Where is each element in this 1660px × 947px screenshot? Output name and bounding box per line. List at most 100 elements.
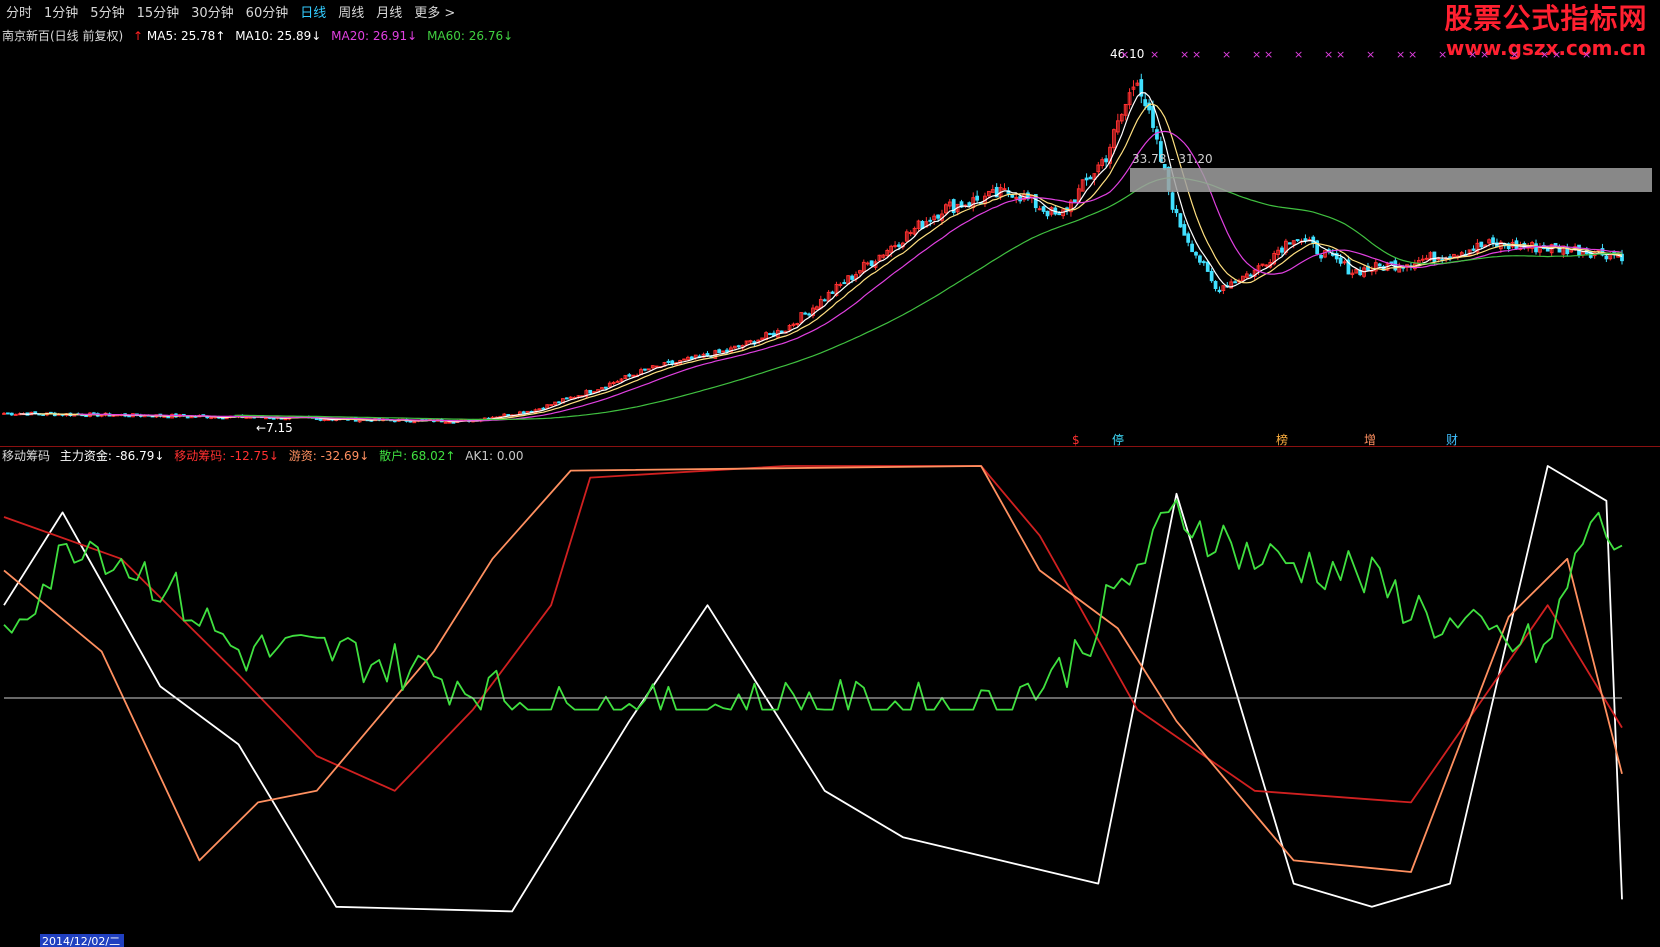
sub-line-1 (3, 465, 1623, 804)
candle-body (967, 202, 972, 207)
candle-body (1182, 224, 1187, 236)
candle-body (1014, 197, 1019, 200)
candle-body (768, 333, 772, 336)
candle-body (1084, 177, 1089, 181)
candle-body (682, 358, 686, 361)
candle-body (1491, 237, 1495, 244)
candle-body (1194, 251, 1198, 256)
candle-body (795, 322, 800, 325)
candle-body (443, 421, 448, 424)
event-marker-4: 财 (1446, 433, 1458, 447)
x-marker: × (1366, 48, 1375, 61)
candle-body (1471, 248, 1476, 251)
candle-body (1389, 261, 1394, 264)
candle-body (9, 412, 14, 416)
candle-body (1143, 99, 1148, 107)
candle-body (6, 412, 10, 415)
candle-body (721, 350, 725, 353)
chart-canvas[interactable]: 33.78 - 31.2046.10←7.15× × × × × × × × × × × × × × × × ×… (0, 0, 1660, 947)
candle-body (603, 386, 608, 389)
candle-body (41, 413, 45, 416)
ma5-line (19, 92, 1623, 423)
candle-body (1045, 210, 1050, 217)
candle-body (557, 401, 561, 404)
event-marker-3: 增 (1364, 433, 1376, 447)
candle-body (850, 275, 854, 280)
x-marker: × (1510, 48, 1519, 61)
candle-body (646, 368, 651, 371)
candle-body (975, 195, 980, 201)
x-marker: × (1438, 48, 1447, 61)
candle-body (1319, 254, 1323, 259)
event-marker-2: 榜 (1276, 432, 1288, 447)
x-marker: × (1120, 48, 1129, 61)
x-marker: × (1552, 48, 1561, 61)
candle-body (822, 299, 827, 302)
candle-body (1233, 281, 1237, 284)
candle-body (1604, 255, 1609, 260)
candle-body (537, 408, 542, 411)
candle-body (654, 365, 659, 368)
x-marker: × (1480, 48, 1489, 61)
candle-body (865, 262, 870, 265)
candle-body (451, 421, 456, 424)
ma10-line (39, 103, 1623, 422)
candle-body (314, 417, 319, 420)
candle-body (1342, 261, 1347, 264)
x-marker: × (1222, 48, 1231, 61)
candle-body (13, 413, 18, 416)
candle-body (1420, 258, 1425, 261)
candle-body (869, 260, 874, 267)
event-marker-1: 停 (1112, 432, 1124, 447)
candle-body (185, 416, 190, 419)
candle-body (1041, 206, 1046, 212)
candle-body (549, 404, 554, 407)
candle-body (627, 374, 632, 377)
x-marker: × (1294, 48, 1303, 61)
candle-body (842, 282, 847, 285)
x-marker: × (1396, 48, 1405, 61)
candle-body (1280, 247, 1284, 253)
candle-body (936, 214, 940, 219)
candle-body (1190, 243, 1194, 253)
candle-body (412, 421, 417, 424)
sub-line-0 (3, 465, 1623, 913)
candle-body (521, 411, 526, 414)
x-marker: × (1192, 48, 1201, 61)
candle-body (1534, 243, 1538, 253)
x-marker: × (1264, 48, 1273, 61)
candle-body (1072, 199, 1077, 203)
candle-body (1248, 274, 1253, 277)
date-label: 2014/12/02/二 (42, 935, 120, 947)
candle-body (318, 418, 323, 421)
candle-body (1057, 213, 1062, 216)
candle-body (1448, 256, 1452, 259)
x-marker: × (1336, 48, 1345, 61)
candle-body (1338, 257, 1343, 264)
candle-body (1264, 264, 1269, 267)
price-zone-label: 33.78 - 31.20 (1132, 152, 1213, 166)
candle-body (807, 313, 811, 316)
candle-body (564, 397, 569, 400)
candle-body (1088, 176, 1093, 180)
candle-body (1186, 233, 1191, 243)
ma60-line (234, 177, 1623, 421)
candle-body (1287, 242, 1292, 245)
candle-body (1198, 255, 1202, 263)
candle-body (568, 396, 573, 399)
candle-body (1424, 257, 1429, 260)
x-marker: × (1324, 48, 1333, 61)
candle-body (830, 291, 835, 294)
candle-body (803, 312, 808, 315)
candle-body (643, 368, 647, 371)
x-marker: × (1180, 48, 1189, 61)
candle-body (1010, 194, 1015, 198)
candle-body (1205, 261, 1210, 272)
candle-body (1174, 208, 1179, 214)
price-zone-box (1130, 168, 1652, 192)
candle-body (166, 416, 171, 419)
x-marker: × (1408, 48, 1417, 61)
candle-body (541, 407, 546, 410)
candle-body (209, 416, 214, 419)
candle-body (1217, 289, 1222, 293)
